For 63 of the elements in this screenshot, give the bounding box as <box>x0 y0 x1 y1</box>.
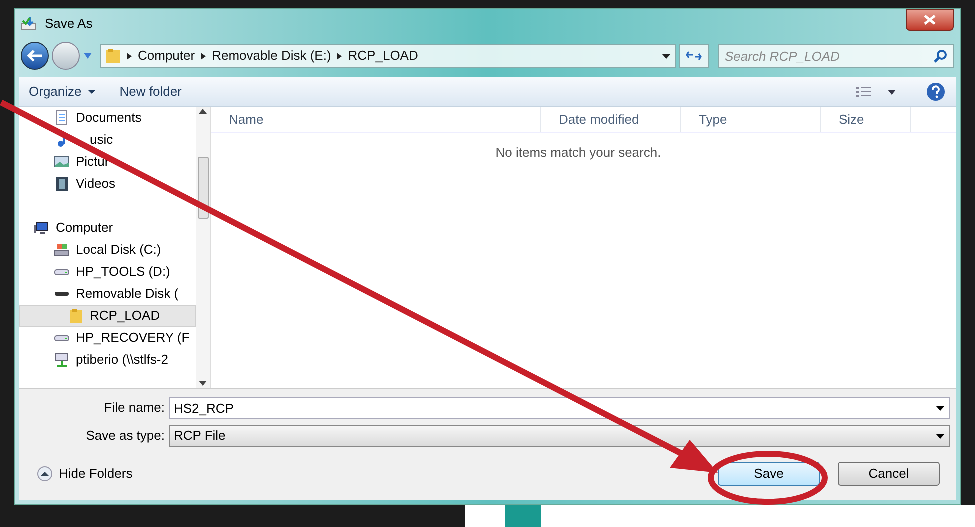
sidebar-item[interactable]: HP_RECOVERY (F <box>19 327 196 349</box>
dropdown-icon[interactable] <box>936 434 945 438</box>
sidebar-item[interactable]: usic <box>19 129 196 151</box>
search-icon[interactable] <box>934 49 948 63</box>
breadcrumb[interactable]: RCP_LOAD <box>348 46 418 66</box>
sidebar-item[interactable]: Pictur <box>19 151 196 173</box>
save-icon <box>21 16 39 32</box>
breadcrumb[interactable]: Computer <box>138 46 196 66</box>
sidebar-item[interactable]: Videos <box>19 173 196 195</box>
address-bar[interactable]: Computer Removable Disk (E:) RCP_LOAD <box>100 44 676 68</box>
computer-icon <box>34 222 50 234</box>
sidebar-item[interactable]: Local Disk (C:) <box>19 239 196 261</box>
sidebar-item[interactable]: Documents <box>19 107 196 129</box>
column-header[interactable]: Date modified <box>541 107 681 132</box>
sidebar-item[interactable]: Computer <box>19 217 196 239</box>
back-button[interactable] <box>21 42 49 70</box>
refresh-button[interactable] <box>679 44 709 68</box>
empty-message: No items match your search. <box>496 144 662 162</box>
sidebar-item[interactable]: ptiberio (\\stlfs-2 <box>19 349 196 371</box>
drive-icon <box>54 268 70 276</box>
field-label: File name: <box>103 399 166 418</box>
refresh-icon <box>686 51 702 61</box>
dropdown-icon[interactable] <box>662 54 671 58</box>
view-options-icon[interactable] <box>856 86 896 98</box>
drive-icon <box>54 334 70 342</box>
window-title: Save As <box>45 15 93 34</box>
folder-icon <box>105 48 121 64</box>
column-header[interactable]: Size <box>821 107 911 132</box>
collapse-icon <box>37 466 53 482</box>
document-icon <box>54 110 70 126</box>
sidebar-item[interactable]: Removable Disk ( <box>19 283 196 305</box>
caret-icon[interactable] <box>88 90 96 94</box>
breadcrumb[interactable]: Removable Disk (E:) <box>212 46 332 66</box>
help-icon[interactable] <box>926 82 946 102</box>
drive-icon <box>54 243 70 257</box>
network-drive-icon <box>55 353 69 367</box>
film-icon <box>55 176 69 192</box>
file-name-field[interactable]: HS2_RCP <box>169 397 950 419</box>
toolbar-button[interactable]: New folder <box>120 82 182 102</box>
column-header[interactable]: Type <box>681 107 821 132</box>
toolbar-button[interactable]: Organize <box>29 82 96 102</box>
back-arrow-icon <box>27 50 43 62</box>
search-field[interactable]: Search RCP_LOAD <box>718 44 954 68</box>
hide-folders-button[interactable]: Hide Folders <box>37 464 133 484</box>
close-icon <box>924 15 936 25</box>
dropdown-icon[interactable] <box>936 406 945 411</box>
folder-icon <box>69 308 83 324</box>
scroll-up-icon[interactable] <box>199 109 207 114</box>
chevron-icon[interactable] <box>337 52 342 60</box>
save-type-dropdown[interactable]: RCP File <box>169 425 950 447</box>
picture-icon <box>54 156 70 168</box>
column-header[interactable]: Name <box>211 107 541 132</box>
chevron-icon[interactable] <box>201 52 206 60</box>
scroll-down-icon[interactable] <box>199 381 207 386</box>
field-label: Save as type: <box>85 427 166 446</box>
dialog-button[interactable]: Cancel <box>838 462 940 486</box>
scrollbar[interactable] <box>196 107 210 388</box>
dialog-button[interactable]: Save <box>718 462 820 486</box>
sidebar-item[interactable]: HP_TOOLS (D:) <box>19 261 196 283</box>
close-button[interactable] <box>906 9 954 31</box>
drive-icon <box>54 291 70 297</box>
sidebar-item[interactable]: RCP_LOAD <box>19 305 196 327</box>
chevron-icon[interactable] <box>127 52 132 60</box>
